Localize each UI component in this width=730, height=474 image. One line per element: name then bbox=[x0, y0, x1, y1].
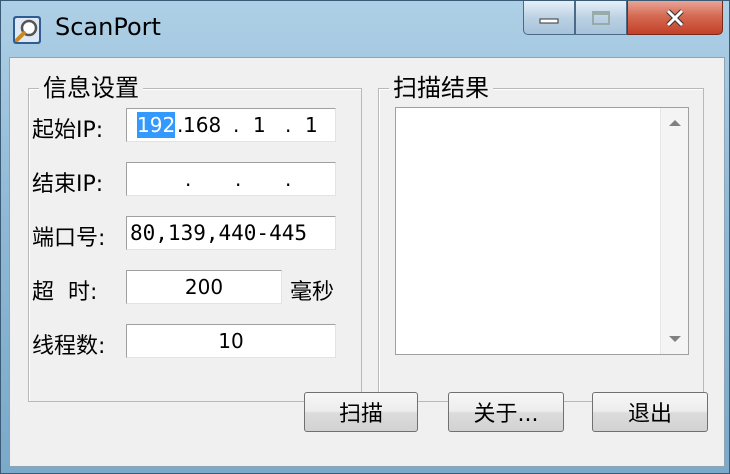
timeout-value: 200 bbox=[184, 275, 224, 299]
exit-button[interactable]: 退出 bbox=[592, 392, 708, 432]
exit-button-label: 退出 bbox=[627, 402, 672, 427]
start-ip-octet-3[interactable]: 1 bbox=[253, 112, 266, 138]
dialog-client-area: 信息设置 起始IP: 192 . 168 . 1 . 1 结束IP: . . .… bbox=[9, 57, 725, 467]
scan-results-legend: 扫描结果 bbox=[389, 75, 493, 101]
scroll-up-arrow-icon[interactable] bbox=[669, 120, 681, 126]
timeout-label: 超 时: bbox=[32, 280, 98, 305]
scan-button[interactable]: 扫描 bbox=[304, 392, 418, 432]
about-button-label: 关于... bbox=[473, 402, 539, 427]
info-settings-legend: 信息设置 bbox=[39, 75, 143, 101]
end-ip-field[interactable]: . . . bbox=[126, 162, 336, 196]
app-window: ScanPort 信息设置 起始IP: 192 . 168 . 1 . 1 结束… bbox=[0, 0, 730, 474]
threads-label: 线程数: bbox=[32, 334, 106, 359]
ip-dot: . bbox=[285, 113, 292, 137]
start-ip-field[interactable]: 192 . 168 . 1 . 1 bbox=[126, 108, 336, 142]
ip-dot: . bbox=[233, 113, 240, 137]
scan-results-group: 扫描结果 bbox=[378, 75, 704, 402]
results-scrollbar[interactable] bbox=[660, 108, 688, 354]
ip-dot: . bbox=[185, 167, 192, 191]
scan-results-list[interactable] bbox=[395, 107, 689, 355]
ip-dot: . bbox=[235, 167, 242, 191]
maximize-icon bbox=[592, 10, 610, 25]
start-ip-octet-2[interactable]: 168 bbox=[183, 112, 221, 138]
maximize-button[interactable] bbox=[575, 1, 627, 35]
timeout-unit: 毫秒 bbox=[290, 280, 335, 305]
end-ip-label: 结束IP: bbox=[32, 172, 104, 197]
timeout-input[interactable]: 200 bbox=[126, 270, 282, 304]
ip-dot: . bbox=[285, 167, 292, 191]
port-input[interactable]: 80,139,440-445 bbox=[126, 216, 336, 250]
minimize-button[interactable] bbox=[523, 1, 575, 35]
port-label: 端口号: bbox=[32, 226, 106, 251]
start-ip-octet-4[interactable]: 1 bbox=[305, 112, 318, 138]
caption-buttons bbox=[523, 1, 723, 41]
port-value: 80,139,440-445 bbox=[130, 221, 308, 245]
threads-value: 10 bbox=[218, 329, 244, 353]
close-icon bbox=[666, 8, 684, 27]
close-button[interactable] bbox=[627, 1, 723, 35]
threads-input[interactable]: 10 bbox=[126, 324, 336, 358]
minimize-icon bbox=[539, 18, 559, 23]
start-ip-label: 起始IP: bbox=[32, 118, 104, 143]
start-ip-octet-1[interactable]: 192 bbox=[137, 112, 176, 138]
window-title: ScanPort bbox=[55, 13, 161, 41]
about-button[interactable]: 关于... bbox=[448, 392, 564, 432]
scroll-down-arrow-icon[interactable] bbox=[669, 336, 681, 342]
magnifier-app-icon bbox=[13, 16, 41, 44]
scan-button-label: 扫描 bbox=[338, 402, 383, 427]
